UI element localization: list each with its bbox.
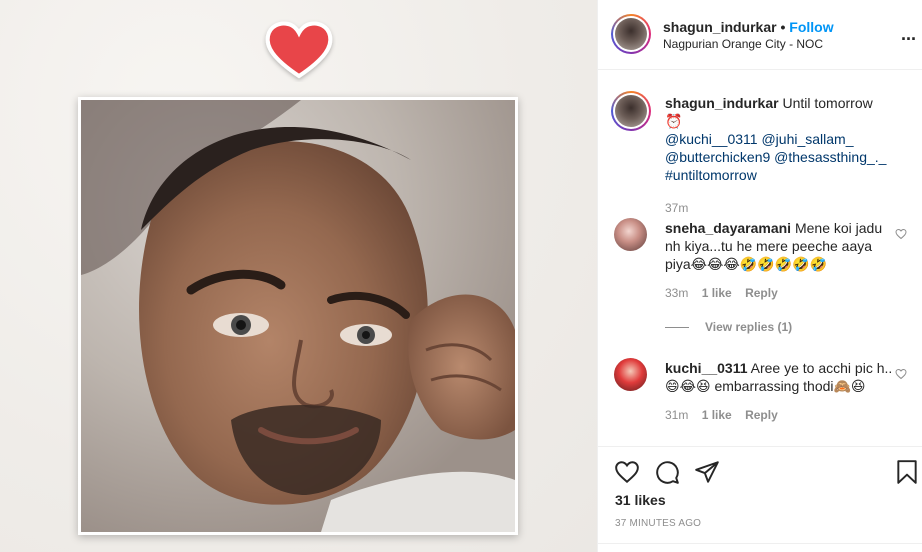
reply-button[interactable]: Reply [745,286,778,300]
comment-likes[interactable]: 1 like [702,408,732,422]
more-options-icon[interactable]: ... [901,24,916,45]
photo-frame [78,97,518,535]
view-replies-button[interactable]: View replies (1) [665,320,792,334]
comment-text-block: kuchi__0311 Aree ye to acchi pic h..😄😂😆 … [665,359,893,395]
post-media[interactable] [0,0,597,552]
comment-meta: 31m 1 like Reply [665,408,788,422]
replies-divider [665,327,689,329]
paper-plane-icon[interactable] [694,459,720,485]
view-replies-label: View replies (1) [705,320,793,334]
caption: shagun_indurkar Until tomorrow ⏰ @kuchi_… [598,91,922,215]
heart-icon [265,21,333,79]
selfie-illustration [81,100,515,532]
heart-outline-icon[interactable] [614,459,640,485]
caption-username[interactable]: shagun_indurkar [665,95,779,111]
comments-list[interactable]: shagun_indurkar Until tomorrow ⏰ @kuchi_… [598,71,922,446]
selfie-photo [81,100,515,532]
mention[interactable]: @thesassthing_._ [774,149,886,165]
mention[interactable]: @kuchi__0311 [665,131,758,147]
comment-meta: 33m 1 like Reply [665,286,788,300]
comment-time[interactable]: 31m [665,408,688,422]
commenter-avatar[interactable] [614,218,647,251]
comment-item: kuchi__0311 Aree ye to acchi pic h..😄😂😆 … [598,358,922,438]
separator-dot: • [780,19,786,35]
bookmark-icon[interactable] [894,459,920,485]
comment-like-icon[interactable] [895,368,907,380]
caption-text-block: shagun_indurkar Until tomorrow ⏰ @kuchi_… [665,94,893,184]
post-header: shagun_indurkar • Follow Nagpurian Orang… [598,0,922,70]
comment-likes[interactable]: 1 like [702,286,732,300]
post-side-panel: shagun_indurkar • Follow Nagpurian Orang… [597,0,922,552]
post-location[interactable]: Nagpurian Orange City - NOC [663,37,823,51]
divider [598,543,922,544]
caption-author-avatar[interactable] [611,91,651,131]
hashtag[interactable]: #untiltomorrow [665,167,757,183]
comment-icon[interactable] [654,459,680,485]
likes-count[interactable]: 31 likes [615,492,666,508]
caption-time[interactable]: 37m [665,201,688,215]
mention[interactable]: @butterchicken9 [665,149,770,165]
comment-like-icon[interactable] [895,228,907,240]
author-username-row: shagun_indurkar • Follow [663,19,834,35]
comment-username[interactable]: sneha_dayaramani [665,220,791,236]
post-timestamp[interactable]: 37 MINUTES AGO [615,518,701,529]
comment-text-block: sneha_dayaramani Mene koi jadu nh kiya..… [665,219,893,273]
comment-username[interactable]: kuchi__0311 [665,360,748,376]
comment-item: sneha_dayaramani Mene koi jadu nh kiya..… [598,218,922,338]
author-avatar[interactable] [611,14,651,54]
mention[interactable]: @juhi_sallam_ [761,131,853,147]
post-actions: 31 likes 37 MINUTES AGO [598,446,922,552]
comment-time[interactable]: 33m [665,286,688,300]
follow-button[interactable]: Follow [789,19,833,35]
reply-button[interactable]: Reply [745,408,778,422]
commenter-avatar[interactable] [614,358,647,391]
caption-meta: 37m [665,201,698,215]
author-username[interactable]: shagun_indurkar [663,19,777,35]
